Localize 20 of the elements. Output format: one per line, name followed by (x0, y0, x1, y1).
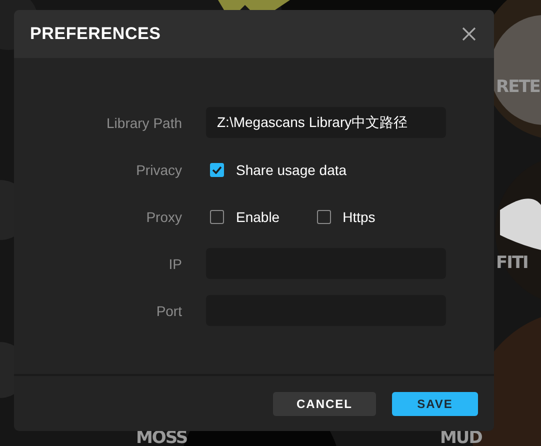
field-label: Proxy (145, 208, 182, 224)
cancel-button[interactable]: CANCEL (273, 392, 376, 416)
save-button[interactable]: SAVE (392, 392, 478, 416)
checkbox[interactable] (210, 210, 224, 224)
close-icon[interactable] (462, 27, 476, 41)
field-label: Library Path (106, 114, 182, 130)
field-label: Privacy (135, 162, 182, 178)
material-label: RETE (496, 80, 540, 95)
material-label: MUD (440, 431, 482, 446)
checkbox[interactable] (316, 210, 331, 224)
checkbox[interactable] (210, 162, 224, 176)
field-label: Port (155, 302, 182, 318)
checkbox-label: Enable (236, 208, 280, 224)
checkbox-label: Share usage data (236, 162, 347, 178)
field-label: IP (168, 256, 182, 272)
material-label: MOSS (136, 431, 188, 446)
material-label: FITI (496, 256, 528, 271)
input-field[interactable]: Z:\Megascans Library中文路径 (206, 107, 446, 138)
checkbox-label: Https (342, 208, 376, 224)
dialog-title: PREFERENCES (30, 24, 161, 44)
